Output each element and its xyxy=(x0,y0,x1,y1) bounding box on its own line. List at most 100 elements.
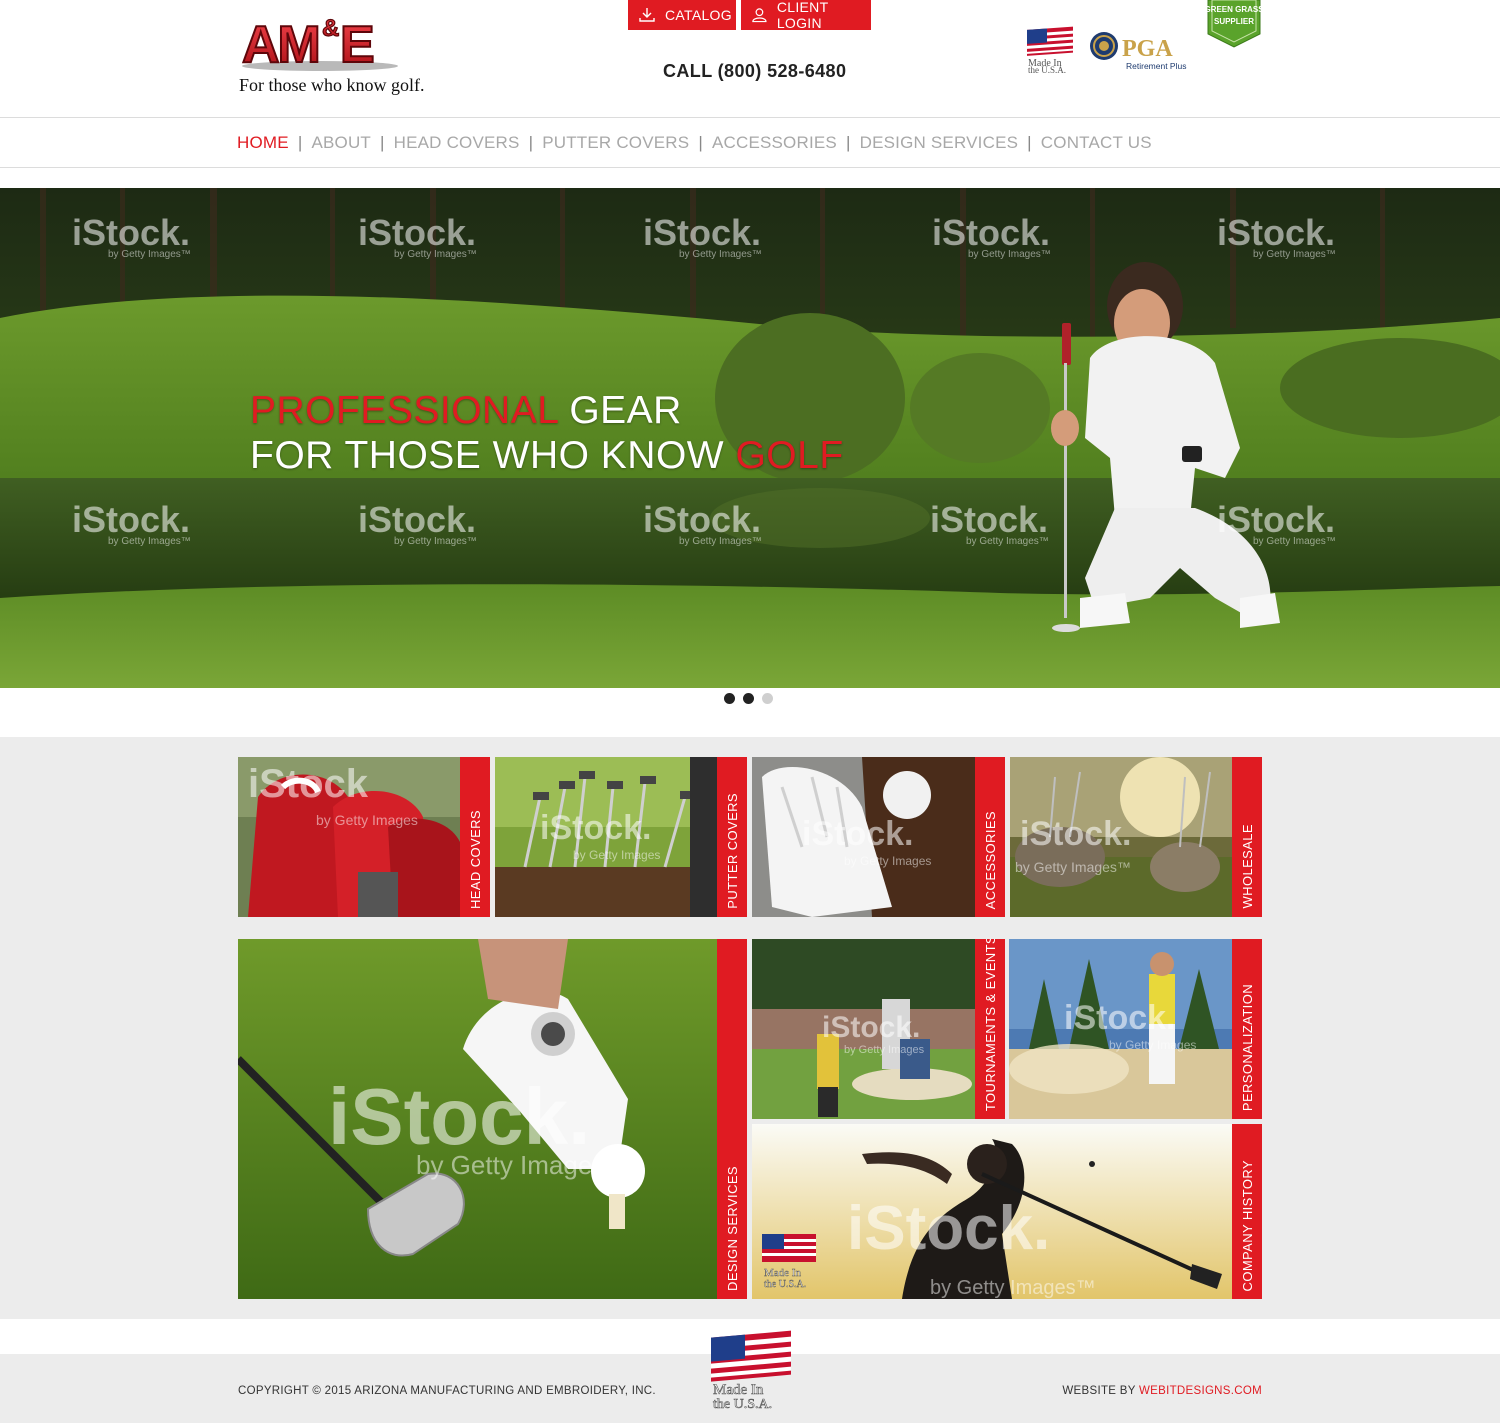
svg-text:E: E xyxy=(340,16,375,72)
hero-line2-white: FOR THOSE WHO KNOW xyxy=(250,434,725,477)
svg-text:by Getty Images™: by Getty Images™ xyxy=(679,249,762,260)
svg-text:&: & xyxy=(322,15,339,42)
website-credit: WEBSITE BY WEBITDESIGNS.COM xyxy=(1062,1385,1262,1397)
download-icon xyxy=(639,8,655,22)
svg-text:iStock.: iStock. xyxy=(822,1011,920,1044)
nav-putter-covers[interactable]: PUTTER COVERS xyxy=(542,133,689,153)
svg-text:Made In: Made In xyxy=(764,1267,801,1279)
copyright-text: COPYRIGHT © 2015 ARIZONA MANUFACTURING A… xyxy=(238,1385,656,1397)
tile-label: DESIGN SERVICES xyxy=(724,1166,740,1291)
head-covers-image: iStock by Getty Images xyxy=(238,757,490,917)
svg-text:by Getty Images™: by Getty Images™ xyxy=(108,536,191,547)
tile-label: TOURNAMENTS & EVENTS xyxy=(982,939,998,1111)
svg-text:by Getty Images™: by Getty Images™ xyxy=(966,536,1049,547)
slider-dot-3[interactable] xyxy=(762,693,773,704)
tournaments-image: iStock. by Getty Images xyxy=(752,939,1005,1119)
svg-text:iStock.: iStock. xyxy=(1217,212,1335,253)
nav-contact-us[interactable]: CONTACT US xyxy=(1041,133,1152,153)
svg-text:by Getty Images™: by Getty Images™ xyxy=(394,249,477,260)
catalog-button[interactable]: CATALOG xyxy=(628,0,736,30)
credit-prefix: WEBSITE BY xyxy=(1062,1385,1136,1397)
svg-text:iStock.: iStock. xyxy=(847,1194,1050,1263)
nav-about[interactable]: ABOUT xyxy=(311,133,371,153)
tile-label: HEAD COVERS xyxy=(467,809,483,909)
hero-line1-white: GEAR xyxy=(569,389,682,432)
svg-text:the U.S.A.: the U.S.A. xyxy=(1028,65,1066,74)
tile-label: WHOLESALE xyxy=(1239,824,1255,909)
nav-separator: | xyxy=(698,132,703,152)
slider-dot-1[interactable] xyxy=(724,693,735,704)
user-icon xyxy=(752,8,767,23)
svg-text:SUPPLIER: SUPPLIER xyxy=(1214,17,1254,26)
tile-design-services[interactable]: iStock. by Getty Images DESIGN SERVICES xyxy=(238,939,747,1299)
tile-label: ACCESSORIES xyxy=(982,810,998,909)
svg-text:by Getty Images: by Getty Images xyxy=(316,812,418,828)
nav-separator: | xyxy=(380,132,385,152)
svg-text:iStock.: iStock. xyxy=(802,815,913,853)
hero-line1-red: PROFESSIONAL xyxy=(250,389,558,432)
svg-text:iStock.: iStock. xyxy=(540,809,651,847)
site-header: AM E & For those who know golf. CATALOG … xyxy=(0,0,1500,117)
tile-tournaments-events[interactable]: iStock. by Getty Images TOURNAMENTS & EV… xyxy=(752,939,1005,1119)
slider-dots xyxy=(724,693,773,704)
svg-text:iStock.: iStock. xyxy=(1064,999,1175,1037)
nav-separator: | xyxy=(528,132,534,152)
svg-text:iStock.: iStock. xyxy=(930,499,1048,540)
svg-text:iStock.: iStock. xyxy=(72,499,190,540)
tile-label: PERSONALIZATION xyxy=(1239,983,1255,1111)
tile-accessories[interactable]: iStock. by Getty Images ACCESSORIES xyxy=(752,757,1005,917)
personalization-image: iStock. by Getty Images xyxy=(1009,939,1262,1119)
category-tiles: iStock by Getty Images HEAD COVERS iStoc… xyxy=(0,737,1500,1319)
svg-text:Retirement Plus: Retirement Plus xyxy=(1126,61,1186,71)
tile-wholesale[interactable]: iStock. by Getty Images™ WHOLESALE xyxy=(1010,757,1262,917)
svg-text:Made In: Made In xyxy=(713,1382,764,1398)
green-grass-supplier-badge: GREEN GRASS SUPPLIER xyxy=(1206,0,1262,48)
design-services-image: iStock. by Getty Images xyxy=(238,939,747,1299)
tile-personalization[interactable]: iStock. by Getty Images PERSONALIZATION xyxy=(1009,939,1262,1119)
svg-text:iStock.: iStock. xyxy=(328,1072,590,1161)
svg-text:by Getty Images: by Getty Images xyxy=(1109,1038,1196,1052)
nav-accessories[interactable]: ACCESSORIES xyxy=(712,133,837,153)
nav-separator: | xyxy=(1027,132,1032,152)
svg-text:AM: AM xyxy=(242,16,319,72)
svg-text:by Getty Images™: by Getty Images™ xyxy=(108,249,191,260)
svg-text:by Getty Images: by Getty Images xyxy=(844,1044,925,1056)
main-nav: HOME | ABOUT | HEAD COVERS | PUTTER COVE… xyxy=(0,117,1500,168)
svg-text:by Getty Images™: by Getty Images™ xyxy=(1253,536,1336,547)
svg-text:by Getty Images™: by Getty Images™ xyxy=(679,536,762,547)
company-history-image: iStock. by Getty Images™ Made In the U.S… xyxy=(752,1124,1262,1299)
phone-number[interactable]: CALL (800) 528-6480 xyxy=(663,61,846,82)
tile-head-covers[interactable]: iStock by Getty Images HEAD COVERS xyxy=(238,757,490,917)
svg-text:iStock.: iStock. xyxy=(643,212,761,253)
hero-line2-red: GOLF xyxy=(735,434,844,477)
slider-dot-2[interactable] xyxy=(743,693,754,704)
svg-text:iStock.: iStock. xyxy=(1217,499,1335,540)
nav-head-covers[interactable]: HEAD COVERS xyxy=(394,133,520,153)
catalog-label: CATALOG xyxy=(665,7,732,23)
svg-text:by Getty Images™: by Getty Images™ xyxy=(394,536,477,547)
ame-logo[interactable]: AM E & xyxy=(240,8,400,72)
svg-text:the U.S.A.: the U.S.A. xyxy=(713,1397,772,1410)
nav-separator: | xyxy=(845,132,851,152)
nav-home[interactable]: HOME xyxy=(237,133,289,153)
svg-text:iStock.: iStock. xyxy=(932,212,1050,253)
svg-text:iStock.: iStock. xyxy=(358,212,476,253)
client-login-label: CLIENT LOGIN xyxy=(776,0,829,31)
svg-text:GREEN GRASS: GREEN GRASS xyxy=(1206,5,1262,14)
putter-covers-image: iStock. by Getty Images xyxy=(495,757,747,917)
hero-headline: PROFESSIONAL GEAR FOR THOSE WHO KNOW GOL… xyxy=(250,388,844,478)
nav-design-services[interactable]: DESIGN SERVICES xyxy=(860,133,1019,153)
made-in-usa-footer-logo: Made In the U.S.A. xyxy=(711,1330,791,1410)
svg-text:iStock: iStock xyxy=(248,762,369,806)
tile-label: COMPANY HISTORY xyxy=(1239,1159,1255,1291)
nav-separator: | xyxy=(297,132,303,152)
client-login-button[interactable]: CLIENT LOGIN xyxy=(741,0,871,31)
webit-designs-link[interactable]: WEBITDESIGNS.COM xyxy=(1139,1385,1262,1397)
svg-text:iStock.: iStock. xyxy=(72,212,190,253)
svg-text:by Getty Images: by Getty Images xyxy=(844,854,931,868)
pga-logo: PGA Retirement Plus xyxy=(1090,32,1186,71)
svg-text:iStock.: iStock. xyxy=(358,499,476,540)
svg-text:by Getty Images™: by Getty Images™ xyxy=(930,1277,1096,1299)
tile-putter-covers[interactable]: iStock. by Getty Images PUTTER COVERS xyxy=(495,757,747,917)
tile-company-history[interactable]: iStock. by Getty Images™ Made In the U.S… xyxy=(752,1124,1262,1299)
